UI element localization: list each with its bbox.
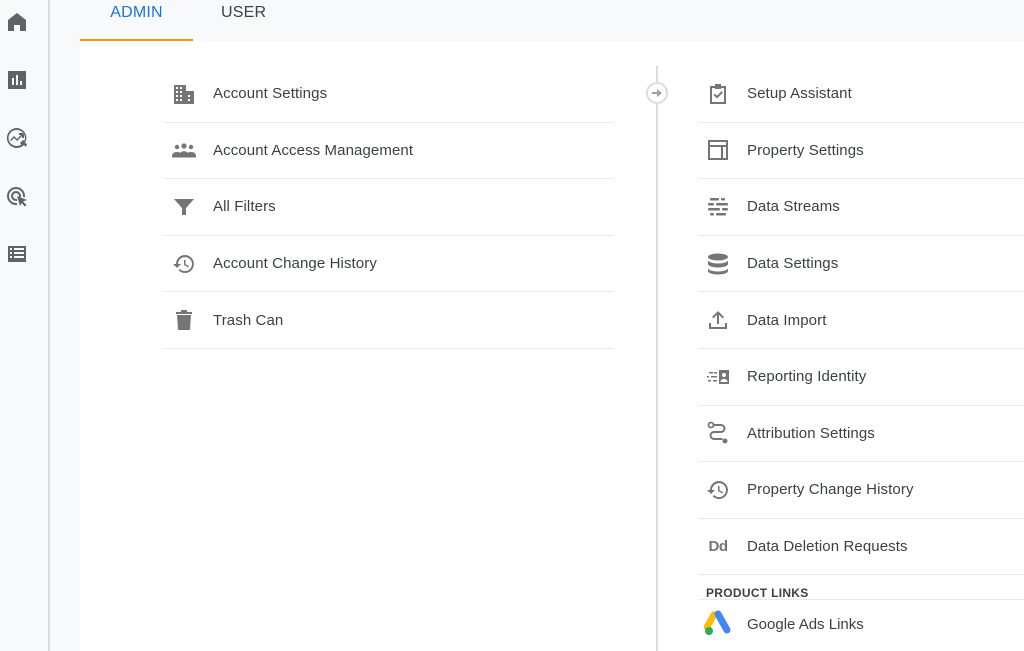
data-deletion-requests-label: Data Deletion Requests	[747, 538, 908, 556]
upload-icon	[706, 308, 730, 332]
reporting-identity-label: Reporting Identity	[747, 368, 867, 386]
property-settings-item[interactable]: Property Settings	[698, 123, 1024, 180]
home-icon[interactable]	[5, 10, 29, 34]
trash-icon	[172, 308, 196, 332]
account-access-management-label: Account Access Management	[213, 141, 414, 159]
data-import-label: Data Import	[747, 311, 827, 329]
account-change-history-label: Account Change History	[213, 255, 377, 273]
building-icon	[172, 82, 196, 106]
data-deletion-requests-item[interactable]: Dd Data Deletion Requests	[698, 519, 1024, 576]
reporting-identity-icon	[706, 365, 730, 389]
database-icon	[706, 252, 730, 276]
google-ads-icon	[703, 610, 732, 638]
column-arrow-button[interactable]	[646, 82, 668, 104]
data-streams-label: Data Streams	[747, 198, 840, 216]
data-settings-label: Data Settings	[747, 255, 839, 273]
dd-icon: Dd	[708, 538, 729, 556]
property-settings-label: Property Settings	[747, 141, 864, 159]
all-filters-label: All Filters	[213, 198, 276, 216]
history-icon	[172, 252, 196, 276]
attribution-path-icon	[706, 421, 730, 445]
account-settings-label: Account Settings	[213, 85, 328, 103]
account-change-history-item[interactable]: Account Change History	[164, 236, 614, 293]
data-streams-icon	[706, 195, 730, 219]
reporting-identity-item[interactable]: Reporting Identity	[698, 349, 1024, 406]
bar-chart-icon[interactable]	[5, 68, 29, 92]
target-cursor-icon[interactable]	[5, 185, 29, 209]
all-filters-item[interactable]: All Filters	[164, 179, 614, 236]
product-links-heading: PRODUCT LINKS	[698, 575, 1024, 601]
explore-trend-icon[interactable]	[5, 126, 29, 150]
tab-admin[interactable]: ADMIN	[80, 0, 193, 41]
account-column: Account Settings Account Access Manageme…	[164, 66, 614, 349]
property-change-history-label: Property Change History	[747, 481, 914, 499]
data-import-item[interactable]: Data Import	[698, 292, 1024, 349]
setup-assistant-item[interactable]: Setup Assistant	[698, 66, 1024, 123]
account-settings-item[interactable]: Account Settings	[164, 66, 614, 123]
list-icon[interactable]	[5, 242, 29, 266]
tab-user[interactable]: USER	[193, 0, 294, 41]
admin-user-tabs: ADMIN USER	[80, 0, 294, 41]
property-column: Setup Assistant Property Settings Data S…	[698, 66, 1024, 648]
data-settings-item[interactable]: Data Settings	[698, 236, 1024, 293]
account-access-management-item[interactable]: Account Access Management	[164, 123, 614, 180]
column-divider	[656, 66, 658, 651]
google-ads-links-label: Google Ads Links	[747, 615, 864, 633]
google-ads-links-item[interactable]: Google Ads Links	[698, 600, 1024, 648]
trash-can-item[interactable]: Trash Can	[164, 292, 614, 349]
people-icon	[172, 138, 196, 162]
trash-can-label: Trash Can	[213, 311, 284, 329]
attribution-settings-label: Attribution Settings	[747, 424, 875, 442]
layout-icon	[706, 138, 730, 162]
attribution-settings-item[interactable]: Attribution Settings	[698, 406, 1024, 463]
left-nav-rail	[0, 0, 50, 651]
clipboard-check-icon	[706, 82, 730, 106]
data-streams-item[interactable]: Data Streams	[698, 179, 1024, 236]
admin-panel: Account Settings Account Access Manageme…	[80, 41, 1024, 651]
filter-icon	[172, 195, 196, 219]
setup-assistant-label: Setup Assistant	[747, 85, 852, 103]
property-change-history-item[interactable]: Property Change History	[698, 462, 1024, 519]
history-icon	[706, 478, 730, 502]
arrow-right-icon	[652, 89, 662, 97]
